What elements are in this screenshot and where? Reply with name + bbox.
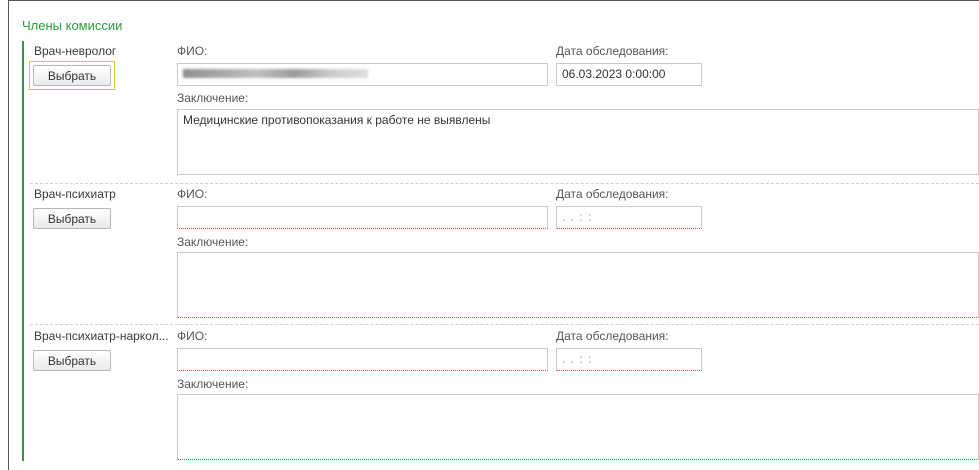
member-role-label: Врач-психиатр <box>34 187 116 201</box>
select-neurologist-button[interactable]: Выбрать <box>33 65 111 86</box>
select-psychiatrist-button[interactable]: Выбрать <box>33 208 111 229</box>
member-section-neurologist: Врач-невролог Выбрать ФИО: Дата обследов… <box>29 41 979 181</box>
fio-label: ФИО: <box>177 44 208 58</box>
redacted-name <box>183 69 368 78</box>
window-left-border <box>8 0 9 470</box>
fio-field-neurologist[interactable] <box>177 63 548 86</box>
fio-label: ФИО: <box>177 329 208 343</box>
conclusion-field-narcologist[interactable] <box>177 394 979 460</box>
exam-date-field-neurologist[interactable]: 06.03.2023 0:00:00 <box>556 63 702 86</box>
fio-field-narcologist[interactable] <box>177 348 548 371</box>
exam-date-label: Дата обследования: <box>556 329 669 343</box>
member-section-narcologist: Врач-психиатр-наркол... Выбрать ФИО: Дат… <box>30 326 979 466</box>
select-narcologist-button[interactable]: Выбрать <box>33 350 111 371</box>
fio-field-psychiatrist[interactable] <box>177 206 548 229</box>
exam-date-label: Дата обследования: <box>556 44 669 58</box>
group-accent-bar <box>22 41 24 461</box>
date-mask: . . : : <box>562 210 593 224</box>
member-section-psychiatrist: Врач-психиатр Выбрать ФИО: Дата обследов… <box>30 184 979 322</box>
window-top-border <box>8 0 979 1</box>
fio-label: ФИО: <box>177 187 208 201</box>
section-divider <box>30 324 979 325</box>
conclusion-label: Заключение: <box>177 235 249 249</box>
exam-date-label: Дата обследования: <box>556 187 669 201</box>
conclusion-field-psychiatrist[interactable] <box>177 252 979 318</box>
member-role-label: Врач-психиатр-наркол... <box>34 329 169 343</box>
conclusion-label: Заключение: <box>177 91 249 105</box>
date-mask: . . : : <box>562 352 593 366</box>
member-role-label: Врач-невролог <box>34 44 117 58</box>
exam-date-field-narcologist[interactable]: . . : : <box>556 348 702 371</box>
conclusion-field-neurologist[interactable]: Медицинские противопоказания к работе не… <box>177 109 979 175</box>
conclusion-label: Заключение: <box>177 377 249 391</box>
group-title: Члены комиссии <box>22 18 123 33</box>
exam-date-field-psychiatrist[interactable]: . . : : <box>556 206 702 229</box>
